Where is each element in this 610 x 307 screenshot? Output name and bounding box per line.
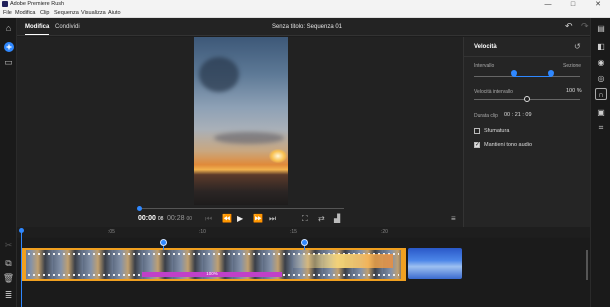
step-back-icon[interactable]: ⏪: [222, 214, 232, 223]
crop-icon[interactable]: ⌗: [595, 122, 607, 134]
menu-aiuto[interactable]: Aiuto: [108, 10, 121, 17]
menu-clip[interactable]: Clip: [40, 10, 49, 17]
add-media-icon[interactable]: [3, 41, 14, 52]
right-toolbar: ▤ ◧ ◉ ◎ ∩ ▣ ⌗: [590, 18, 610, 307]
range-fill: [514, 76, 552, 77]
delete-icon[interactable]: 🗑: [3, 273, 14, 284]
clip-duration-label: Durata clip: [474, 113, 498, 119]
range-start-marker[interactable]: [160, 239, 167, 246]
current-time: 00:00 08: [138, 215, 164, 222]
header: Modifica Condividi Senza titolo: Sequenz…: [17, 18, 590, 36]
maximize-button[interactable]: □: [563, 0, 583, 9]
go-to-end-icon[interactable]: ⏭: [269, 214, 276, 224]
panel-title: Velocità: [474, 44, 497, 50]
keep-pitch-checkbox[interactable]: [474, 141, 480, 148]
duplicate-icon[interactable]: ⧉: [3, 258, 14, 269]
range-end-marker[interactable]: [301, 239, 308, 246]
volume-meter-icon[interactable]: ▟: [334, 214, 340, 223]
fade-checkbox[interactable]: [474, 128, 480, 134]
close-button[interactable]: ✕: [588, 0, 608, 9]
clip-duration-value[interactable]: 00 : 21 : 09: [504, 112, 532, 118]
speed-panel: Velocità ↺ Intervallo Sezione Velocità i…: [463, 37, 591, 227]
program-monitor: 00:00 08 00:28 00 ⏮ ⏪ ▶ ⏩ ⏭ ⛶ ⇄ ▟ ≡: [17, 37, 463, 227]
titles-icon[interactable]: ▤: [595, 22, 607, 34]
menu-visualizza[interactable]: Visualizza: [81, 10, 106, 17]
window-title: Adobe Premiere Rush: [10, 1, 65, 7]
interval-speed-value[interactable]: 100 %: [566, 88, 582, 94]
loop-icon[interactable]: ⇄: [318, 214, 325, 223]
fade-label: Sfumatura: [484, 128, 510, 134]
preview-scrubber[interactable]: [137, 206, 344, 211]
ruler-label: :20: [381, 229, 388, 235]
title-bar: Adobe Premiere Rush — □ ✕: [0, 0, 610, 9]
range-slider[interactable]: [474, 76, 580, 77]
interval-label: Intervallo: [474, 63, 495, 69]
next-video-clip[interactable]: [408, 248, 462, 279]
scrubber-knob[interactable]: [137, 206, 142, 211]
section-label: Sezione: [563, 63, 582, 69]
timeline-scrollbar[interactable]: [586, 250, 588, 280]
clip-trim-right-handle[interactable]: [401, 248, 406, 281]
step-forward-icon[interactable]: ⏩: [253, 214, 263, 223]
track-controls-icon[interactable]: ≣: [3, 290, 14, 301]
keep-pitch-label: Mantieni tono audio: [484, 142, 533, 148]
unlink-icon[interactable]: ✂: [3, 240, 14, 251]
speed-icon[interactable]: ◎: [595, 72, 607, 84]
ruler-label: :05: [108, 229, 115, 235]
transitions-icon[interactable]: ◧: [595, 40, 607, 52]
tab-modifica[interactable]: Modifica: [25, 23, 50, 35]
timeline-ruler[interactable]: :05 :10 :15 :20: [17, 228, 590, 238]
color-icon[interactable]: ◉: [595, 56, 607, 68]
tab-condividi[interactable]: Condividi: [55, 23, 80, 31]
play-icon[interactable]: ▶: [237, 214, 243, 223]
redo-icon[interactable]: ↷: [581, 21, 589, 32]
minimize-button[interactable]: —: [538, 0, 558, 9]
transform-icon[interactable]: ▣: [595, 106, 607, 118]
audio-icon[interactable]: ∩: [595, 88, 607, 100]
interval-speed-label: Velocità intervallo: [474, 89, 513, 95]
video-preview: [194, 37, 288, 205]
monitor-menu-icon[interactable]: ≡: [451, 214, 456, 223]
ruler-label: :15: [290, 229, 297, 235]
premiere-rush-app-icon: [2, 1, 8, 7]
playhead: [21, 231, 22, 307]
menu-sequenza[interactable]: Sequenza: [54, 10, 79, 17]
left-toolbar: ⌂ ▭ ✂ ⧉ 🗑 ≣: [0, 18, 17, 307]
sequence-title: Senza titolo: Sequenza 01: [271, 24, 343, 30]
go-to-start-icon[interactable]: ⏮: [205, 214, 212, 224]
speed-slider-thumb[interactable]: [524, 96, 530, 102]
menu-file[interactable]: File: [3, 10, 12, 17]
project-assets-icon[interactable]: ▭: [3, 57, 14, 68]
home-icon[interactable]: ⌂: [3, 22, 14, 33]
ruler-label: :10: [199, 229, 206, 235]
menu-bar: File Modifica Clip Sequenza Visualizza A…: [0, 9, 610, 18]
undo-icon[interactable]: ↶: [565, 21, 573, 32]
reset-icon[interactable]: ↺: [574, 42, 581, 51]
total-time: 00:28 00: [167, 215, 193, 222]
speed-range-label: 100%: [206, 271, 218, 276]
menu-modifica[interactable]: Modifica: [15, 10, 35, 17]
fit-frame-icon[interactable]: ⛶: [302, 214, 308, 224]
